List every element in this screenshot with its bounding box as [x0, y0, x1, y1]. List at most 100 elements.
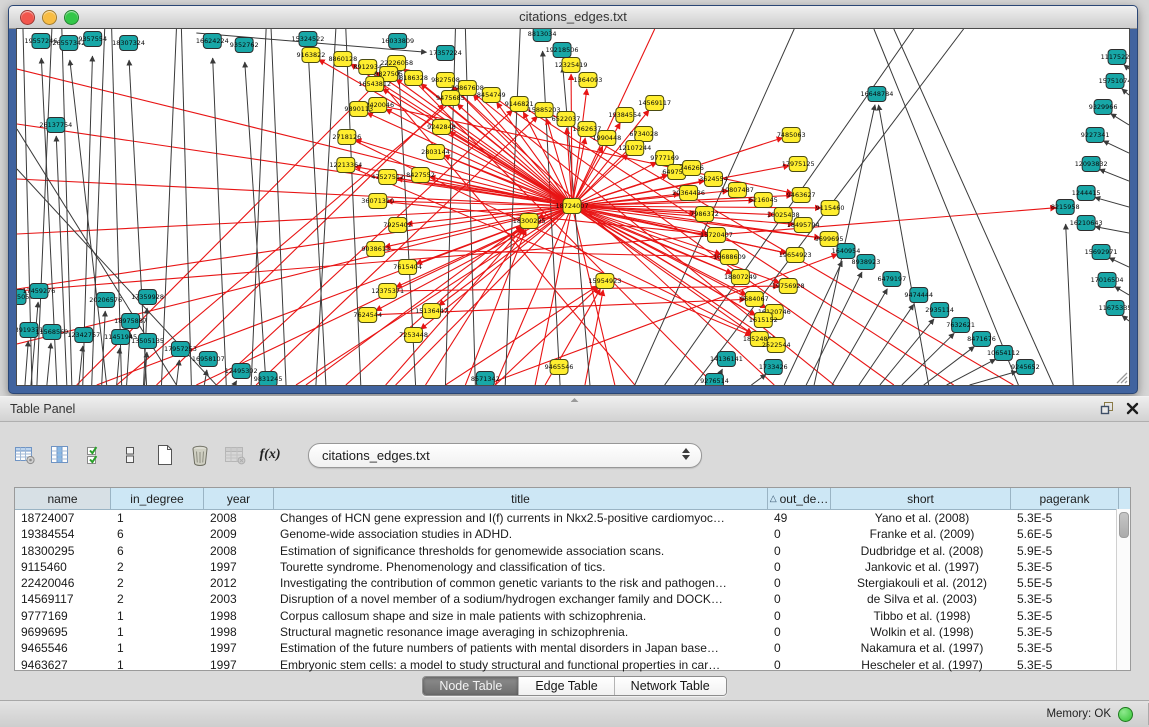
graph-node[interactable]: 8186328 — [399, 71, 428, 86]
graph-edge[interactable] — [445, 286, 597, 385]
graph-edge[interactable] — [25, 341, 28, 385]
column-header-short[interactable]: short — [831, 488, 1011, 509]
graph-edge[interactable] — [47, 343, 51, 385]
graph-edge[interactable] — [859, 304, 914, 385]
table-row[interactable]: 946554611997Estimation of the future num… — [15, 640, 1130, 656]
create-table-button[interactable] — [152, 443, 178, 467]
table-row[interactable]: 946362711997Embryonic stem cells: a mode… — [15, 657, 1130, 673]
table-selector-dropdown[interactable]: citations_edges.txt — [308, 443, 702, 468]
graph-node[interactable]: 19654923 — [779, 248, 812, 263]
graph-edge[interactable] — [1066, 224, 1074, 385]
graph-edge[interactable] — [161, 29, 176, 385]
graph-node[interactable]: 18975887 — [114, 314, 147, 329]
graph-node[interactable]: 16210643 — [1070, 216, 1103, 231]
graph-node[interactable]: 10654112 — [987, 346, 1020, 361]
graph-node[interactable]: 7485063 — [777, 128, 806, 143]
graph-node[interactable]: 9038613 — [361, 242, 390, 257]
graph-node[interactable]: 19384554 — [608, 108, 641, 123]
graph-edge[interactable] — [17, 206, 572, 344]
graph-node[interactable]: 10688609 — [713, 250, 746, 265]
close-panel-icon[interactable] — [1126, 402, 1139, 415]
graph-edge[interactable] — [902, 333, 954, 385]
tab-node-table[interactable]: Node Table — [423, 677, 519, 695]
graph-edge[interactable] — [878, 105, 928, 385]
graph-node[interactable]: 12325419 — [555, 58, 588, 73]
graph-node[interactable]: 15692971 — [1085, 245, 1118, 260]
resize-grip-icon[interactable] — [1114, 370, 1128, 384]
graph-node[interactable]: 9352762 — [230, 38, 259, 53]
table-row[interactable]: 977716911998Corpus callosum shape and si… — [15, 608, 1130, 624]
graph-node[interactable]: 8471676 — [967, 332, 996, 347]
table-row[interactable]: 1456911722003Disruption of a novel membe… — [15, 591, 1130, 607]
graph-node[interactable]: 2803144 — [421, 145, 450, 160]
graph-edge[interactable] — [1095, 227, 1129, 233]
graph-edge[interactable] — [117, 348, 120, 385]
graph-edge[interactable] — [571, 74, 572, 206]
graph-node[interactable]: 2935114 — [925, 303, 954, 318]
graph-edge[interactable] — [1111, 114, 1129, 125]
window-titlebar[interactable]: citations_edges.txt — [9, 6, 1137, 29]
graph-edge[interactable] — [535, 206, 572, 385]
graph-node[interactable]: 9463627 — [787, 188, 816, 203]
graph-edge[interactable] — [924, 346, 975, 385]
graph-edge[interactable] — [17, 124, 572, 206]
graph-node[interactable]: 9474444 — [904, 288, 933, 303]
graph-edge[interactable] — [572, 206, 615, 385]
graph-svg[interactable]: 1872400791638228860128891293422226058982… — [17, 29, 1129, 385]
graph-edge[interactable] — [1103, 141, 1129, 153]
graph-node[interactable]: 7253448 — [399, 328, 428, 343]
graph-node[interactable]: 19218506 — [546, 43, 579, 58]
graph-node[interactable]: 1364093 — [574, 73, 603, 88]
graph-edge[interactable] — [56, 136, 67, 385]
graph-edge[interactable] — [234, 381, 236, 385]
graph-node[interactable]: 18307324 — [112, 36, 145, 51]
graph-edge[interactable] — [1109, 258, 1129, 267]
column-header-out_de[interactable]: △out_de… — [768, 488, 831, 509]
graph-edge[interactable] — [894, 29, 1053, 385]
graph-node[interactable]: 9227341 — [1081, 128, 1110, 143]
table-row[interactable]: 911546021997Tourette syndrome. Phenomeno… — [15, 559, 1130, 575]
row-selection-button[interactable] — [82, 443, 108, 467]
graph-node[interactable]: 17357224 — [429, 46, 462, 61]
graph-edge[interactable] — [751, 374, 766, 385]
graph-edge[interactable] — [1122, 89, 1129, 95]
graph-node[interactable]: 6216045 — [749, 193, 778, 208]
graph-edge[interactable] — [17, 206, 572, 234]
graph-node[interactable]: 47527512 — [371, 170, 404, 185]
graph-edge[interactable] — [880, 319, 934, 385]
graph-edge[interactable] — [1122, 316, 1129, 321]
panel-splitter-handle[interactable] — [571, 398, 579, 402]
tab-edge-table[interactable]: Edge Table — [519, 677, 614, 695]
graph-node[interactable]: 7986372 — [690, 207, 719, 222]
graph-node[interactable]: 15324522 — [292, 32, 325, 47]
graph-edge[interactable] — [1115, 287, 1129, 295]
graph-edge[interactable] — [1099, 169, 1129, 181]
graph-edge[interactable] — [1124, 65, 1129, 69]
table-row[interactable]: 1938455462009Genome-wide association stu… — [15, 526, 1130, 542]
graph-node[interactable]: 16648784 — [860, 87, 893, 102]
graph-node[interactable]: 12093832 — [1075, 157, 1108, 172]
table-scrollbar[interactable] — [1116, 509, 1130, 670]
graph-edge[interactable] — [585, 290, 603, 385]
graph-node[interactable]: 9242848 — [427, 120, 456, 135]
column-header-title[interactable]: title — [274, 488, 768, 509]
tab-network-table[interactable]: Network Table — [615, 677, 726, 695]
function-builder-button[interactable]: f(x) — [257, 443, 283, 467]
graph-node[interactable]: 746266 — [679, 161, 704, 176]
graph-node[interactable]: 9329966 — [1089, 100, 1118, 115]
graph-node[interactable]: 14569117 — [638, 96, 671, 111]
table-mode-button[interactable] — [117, 443, 143, 467]
graph-node[interactable]: 8813034 — [528, 29, 557, 42]
table-row[interactable]: 2242004622012Investigating the contribut… — [15, 575, 1130, 591]
graph-node[interactable]: 6479197 — [877, 272, 906, 287]
table-row[interactable]: 1830029562008Estimation of significance … — [15, 543, 1130, 559]
table-row[interactable]: 969969511998Structural magnetic resonanc… — [15, 624, 1130, 640]
graph-node[interactable]: 9115460 — [816, 201, 845, 216]
graph-edge[interactable] — [17, 206, 572, 289]
column-visibility-button[interactable] — [47, 443, 73, 467]
network-view-window[interactable]: citations_edges.txt 18724007916382288601… — [8, 5, 1138, 394]
scrollbar-thumb[interactable] — [1119, 512, 1129, 538]
graph-edge[interactable] — [1095, 197, 1129, 207]
graph-node[interactable]: 17975125 — [782, 157, 815, 172]
column-header-year[interactable]: year — [204, 488, 274, 509]
